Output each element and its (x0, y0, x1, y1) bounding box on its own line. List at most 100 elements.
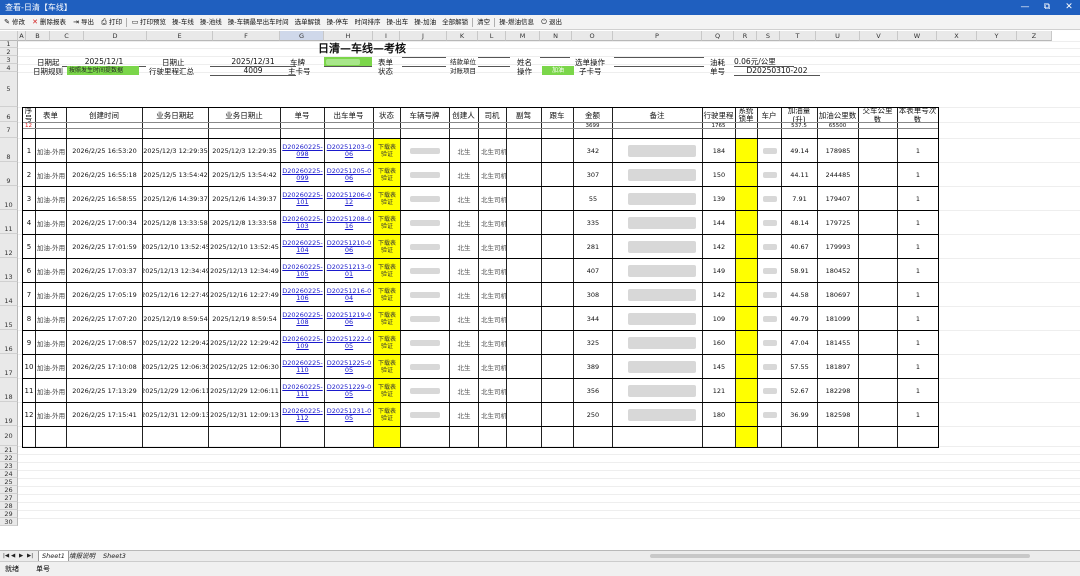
status-field[interactable] (402, 66, 446, 67)
column-header-E[interactable]: E (147, 31, 213, 41)
column-header-L[interactable]: L (478, 31, 506, 41)
clear-button[interactable]: 清空 (474, 15, 493, 29)
op-earliest-time-button[interactable]: 操-车辆最早出车时间 (225, 15, 292, 29)
print-preview-button[interactable]: ▭ 打印预览 (128, 15, 169, 29)
row-doc-link[interactable]: D20260225-098 (281, 139, 324, 162)
op-refuel-button[interactable]: 操-加油 (411, 15, 439, 29)
row-doc-link[interactable]: D20260225-106 (281, 283, 324, 306)
header-lock[interactable]: 系统锁单 (735, 108, 757, 122)
header-return-km[interactable]: 交车公里数 (858, 108, 897, 122)
header-status[interactable]: 状态 (373, 108, 400, 122)
name-field[interactable] (540, 57, 570, 58)
row-out-link[interactable]: D20251222-005 (325, 331, 373, 354)
row-header-4[interactable]: 4 (0, 64, 18, 72)
column-header-N[interactable]: N (540, 31, 572, 41)
sheet-nav-2[interactable]: ▶ (19, 551, 23, 561)
exit-button[interactable]: ⏻ 退出 (537, 15, 565, 29)
row-header-12[interactable]: 12 (0, 234, 18, 258)
row-header-29[interactable]: 29 (0, 510, 18, 518)
date-rule-field[interactable]: 按照发生时间提数据 (67, 66, 139, 75)
header-driver[interactable]: 司机 (478, 108, 506, 122)
row-header-1[interactable]: 1 (0, 41, 18, 48)
column-header-T[interactable]: T (780, 31, 816, 41)
column-header-F[interactable]: F (213, 31, 280, 41)
header-fuel-km[interactable]: 加油公里数 (817, 108, 858, 122)
header-remark[interactable]: 备注 (612, 108, 702, 122)
op-park-button[interactable]: 操-停车 (324, 15, 352, 29)
row-header-8[interactable]: 8 (0, 138, 18, 162)
row-doc-link[interactable]: D20260225-103 (281, 211, 324, 234)
header-out-no[interactable]: 出车单号 (324, 108, 373, 122)
row-header-9[interactable]: 9 (0, 162, 18, 186)
row-header-24[interactable]: 24 (0, 470, 18, 478)
row-out-link[interactable]: D20251210-006 (325, 235, 373, 258)
row-header-15[interactable]: 15 (0, 306, 18, 330)
column-header-O[interactable]: O (572, 31, 613, 41)
row-header-11[interactable]: 11 (0, 210, 18, 234)
row-doc-link[interactable]: D20260225-108 (281, 307, 324, 330)
header-escort[interactable]: 跟车 (541, 108, 573, 122)
row-header-26[interactable]: 26 (0, 486, 18, 494)
op-fuel-info-button[interactable]: 操-燃油信息 (496, 15, 537, 29)
row-header-3[interactable]: 3 (0, 56, 18, 64)
row-header-20[interactable]: 20 (0, 426, 18, 446)
row-header-14[interactable]: 14 (0, 282, 18, 306)
column-header-U[interactable]: U (816, 31, 860, 41)
print-button[interactable]: ⎙ 打印 (97, 15, 125, 29)
header-creator[interactable]: 创建人 (449, 108, 478, 122)
header-plate[interactable]: 车辆号牌 (400, 108, 449, 122)
minimize-button[interactable]: — (1014, 0, 1036, 15)
time-sort-button[interactable]: 时间排序 (351, 15, 383, 29)
row-header-25[interactable]: 25 (0, 478, 18, 486)
row-header-21[interactable]: 21 (0, 446, 18, 454)
column-header-G[interactable]: G (280, 31, 324, 41)
row-header-16[interactable]: 16 (0, 330, 18, 354)
project-field[interactable] (478, 66, 510, 67)
op-line-button[interactable]: 操-车线 (169, 15, 197, 29)
delete-report-button[interactable]: ✕ 删除报表 (28, 15, 69, 29)
row-header-19[interactable]: 19 (0, 402, 18, 426)
header-end-date[interactable]: 业务日期止 (208, 108, 280, 122)
column-header-W[interactable]: W (898, 31, 937, 41)
column-header-H[interactable]: H (324, 31, 373, 41)
column-header-I[interactable]: I (373, 31, 400, 41)
select-op-field[interactable] (614, 57, 704, 58)
column-header-B[interactable]: B (26, 31, 50, 41)
row-header-2[interactable]: 2 (0, 48, 18, 56)
row-doc-link[interactable]: D20260225-112 (281, 403, 324, 426)
horizontal-scrollbar[interactable] (650, 554, 1030, 558)
row-doc-link[interactable]: D20260225-101 (281, 187, 324, 210)
header-doc-no[interactable]: 单号 (280, 108, 324, 122)
row-out-link[interactable]: D20251219-006 (325, 307, 373, 330)
row-out-link[interactable]: D20251205-006 (325, 163, 373, 186)
column-header-Y[interactable]: Y (977, 31, 1017, 41)
row-doc-link[interactable]: D20260225-110 (281, 355, 324, 378)
edit-button[interactable]: ✎ 修改 (0, 15, 28, 29)
header-doc-times[interactable]: 本表单号次数 (897, 108, 938, 122)
sheet-tab-Sheet1[interactable]: Sheet1 (38, 551, 69, 561)
row-header-30[interactable]: 30 (0, 518, 18, 526)
header-amount[interactable]: 金额 (573, 108, 612, 122)
column-header-K[interactable]: K (447, 31, 478, 41)
sheet-nav-0[interactable]: |◀ (3, 551, 9, 561)
header-seq[interactable]: 序号 (22, 108, 35, 122)
table-field[interactable] (402, 57, 446, 58)
row-header-18[interactable]: 18 (0, 378, 18, 402)
row-header-5[interactable]: 5 (0, 72, 18, 107)
row-out-link[interactable]: D20251231-005 (325, 403, 373, 426)
row-header-23[interactable]: 23 (0, 462, 18, 470)
column-header-C[interactable]: C (50, 31, 84, 41)
column-header-Q[interactable]: Q (702, 31, 734, 41)
row-doc-link[interactable]: D20260225-109 (281, 331, 324, 354)
row-out-link[interactable]: D20251203-006 (325, 139, 373, 162)
docno-field[interactable]: D20250310-202 (734, 66, 820, 76)
card-field[interactable] (324, 66, 372, 67)
header-fuel-amount[interactable]: 加油量(升) (781, 108, 817, 122)
column-header-D[interactable]: D (84, 31, 147, 41)
row-out-link[interactable]: D20251213-001 (325, 259, 373, 282)
column-header-X[interactable]: X (937, 31, 977, 41)
column-header-V[interactable]: V (860, 31, 898, 41)
row-header-7[interactable]: 7 (0, 122, 18, 138)
row-out-link[interactable]: D20251206-012 (325, 187, 373, 210)
settle-unit-field[interactable] (478, 57, 510, 58)
